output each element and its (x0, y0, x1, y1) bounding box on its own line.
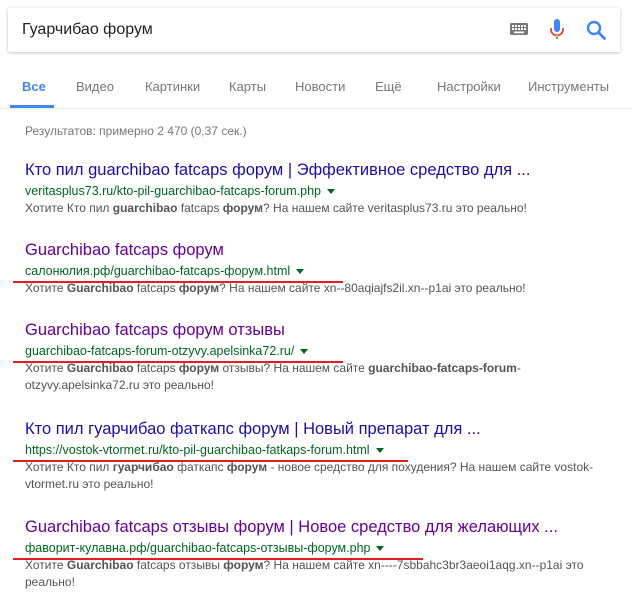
url-menu-caret-icon[interactable] (376, 546, 385, 552)
result-title-link[interactable]: Guarchibao fatcaps форум отзывы (25, 320, 615, 340)
search-box[interactable] (8, 8, 620, 52)
url-menu-caret-icon[interactable] (375, 448, 384, 454)
tab-all[interactable]: Все (22, 79, 46, 94)
snippet-text: fatcaps (133, 361, 179, 375)
search-results-page: Все Видео Картинки Карты Новости Ещё Нас… (0, 0, 632, 600)
search-tabs: Все Видео Картинки Карты Новости Ещё Нас… (0, 62, 632, 109)
tab-maps[interactable]: Карты (229, 79, 266, 94)
search-result: Guarchibao fatcaps форум отзывы guarchib… (13, 320, 615, 394)
result-url-text: фаворит-кулавна.рф/guarchibao-fatcaps-от… (25, 541, 371, 555)
snippet-text: отзывы? На нашем сайте (219, 361, 369, 375)
microphone-icon[interactable] (549, 19, 565, 41)
snippet-text: Хотите (25, 558, 67, 572)
search-result: Guarchibao fatcaps отзывы форум | Новое … (13, 517, 615, 591)
url-menu-caret-icon[interactable] (326, 189, 335, 195)
result-url-text: https://vostok-vtormet.ru/kto-pil-guarch… (25, 443, 370, 457)
snippet-highlight: форум (226, 460, 268, 474)
result-snippet: Хотите Guarchibao fatcaps форум отзывы? … (25, 360, 615, 394)
result-snippet: Хотите Guarchibao fatcaps отзывы форум? … (25, 557, 615, 591)
result-url[interactable]: guarchibao-fatcaps-forum-otzyvy.apelsink… (25, 343, 309, 359)
snippet-text: Хотите (25, 361, 67, 375)
snippet-text: фаткапс (173, 460, 227, 474)
snippet-highlight: guarchibao (112, 201, 178, 215)
snippet-highlight: Guarchibao (66, 558, 134, 572)
snippet-text: fatcaps (177, 201, 223, 215)
search-result: Кто пил гуарчибао фаткапс форум | Новый … (13, 419, 615, 493)
tab-settings[interactable]: Настройки (437, 79, 501, 94)
keyboard-icon[interactable] (510, 23, 528, 35)
snippet-highlight: Guarchibao (66, 281, 134, 295)
result-url-text: салонюлия.рф/guarchibao-fatcaps-форум.ht… (25, 264, 291, 278)
url-menu-caret-icon[interactable] (300, 349, 309, 355)
tab-video[interactable]: Видео (76, 79, 114, 94)
snippet-highlight: форум (223, 558, 264, 572)
url-menu-caret-icon[interactable] (296, 269, 305, 275)
annotation-underline (13, 281, 343, 283)
snippet-text: ? На нашем сайте xn--80aqiajfs2il.xn--p1… (219, 281, 526, 295)
result-title-link[interactable]: Guarchibao fatcaps отзывы форум | Новое … (25, 517, 615, 537)
result-snippet: Хотите Кто пил guarchibao fatcaps форум?… (25, 200, 615, 217)
annotation-underline (13, 361, 343, 363)
snippet-text: ? На нашем сайте veritasplus73.ru это ре… (263, 201, 527, 215)
snippet-highlight: форум (222, 201, 264, 215)
result-snippet: Хотите Guarchibao fatcaps форум? На наше… (25, 280, 615, 297)
tab-news[interactable]: Новости (295, 79, 345, 94)
result-title-link[interactable]: Кто пил гуарчибао фаткапс форум | Новый … (25, 419, 615, 439)
result-url[interactable]: салонюлия.рф/guarchibao-fatcaps-форум.ht… (25, 263, 305, 279)
snippet-highlight: guarchibao-fatcaps-forum (368, 361, 517, 375)
search-result: Кто пил guarchibao fatcaps форум | Эффек… (25, 160, 615, 217)
snippet-highlight: гуарчибао (112, 460, 174, 474)
snippet-text: Хотите Кто пил (25, 460, 113, 474)
snippet-text: Хотите Кто пил (25, 201, 113, 215)
snippet-text: fatcaps (133, 281, 179, 295)
result-url[interactable]: https://vostok-vtormet.ru/kto-pil-guarch… (25, 442, 384, 458)
result-url[interactable]: фаворит-кулавна.рф/guarchibao-fatcaps-от… (25, 540, 385, 556)
tab-more[interactable]: Ещё (375, 79, 402, 94)
annotation-underline (13, 460, 408, 462)
search-result: Guarchibao fatcaps форум салонюлия.рф/gu… (13, 240, 615, 297)
active-tab-indicator (10, 105, 54, 108)
search-input[interactable] (22, 8, 492, 52)
result-title-link[interactable]: Guarchibao fatcaps форум (25, 240, 615, 260)
snippet-highlight: Guarchibao (66, 361, 134, 375)
snippet-highlight: форум (178, 281, 220, 295)
snippet-highlight: форум (178, 361, 220, 375)
tab-images[interactable]: Картинки (145, 79, 200, 94)
result-stats: Результатов: примерно 2 470 (0,37 сек.) (25, 124, 247, 138)
result-url-text: veritasplus73.ru/kto-pil-guarchibao-fatc… (25, 184, 321, 198)
snippet-text: Хотите (25, 281, 67, 295)
result-snippet: Хотите Кто пил гуарчибао фаткапс форум -… (25, 459, 615, 493)
snippet-text: fatcaps отзывы (133, 558, 224, 572)
tab-tools[interactable]: Инструменты (528, 79, 609, 94)
result-title-link[interactable]: Кто пил guarchibao fatcaps форум | Эффек… (25, 160, 615, 180)
search-icon[interactable] (586, 20, 606, 40)
result-url-text: guarchibao-fatcaps-forum-otzyvy.apelsink… (25, 344, 295, 358)
annotation-underline (13, 558, 423, 560)
result-url[interactable]: veritasplus73.ru/kto-pil-guarchibao-fatc… (25, 183, 335, 199)
